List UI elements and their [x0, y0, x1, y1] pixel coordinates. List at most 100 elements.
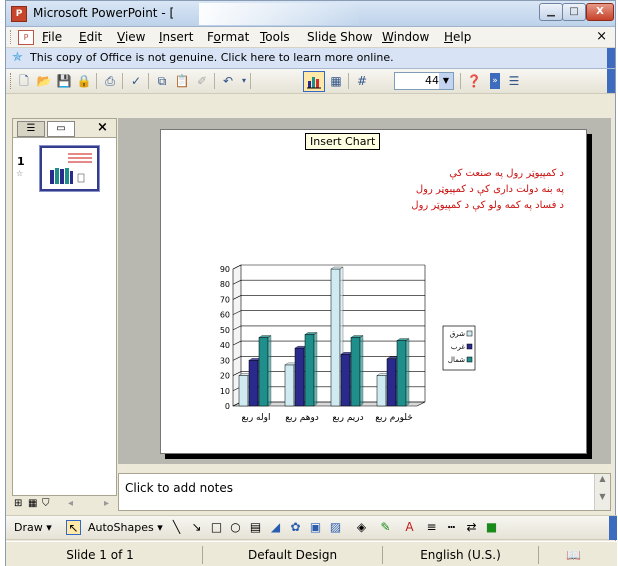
document-close-button[interactable]: ×: [596, 29, 607, 44]
toolbar-options-icon[interactable]: »: [490, 73, 500, 89]
picture-icon[interactable]: ▨: [328, 520, 343, 535]
chart-gridline: [232, 264, 425, 270]
menu-view[interactable]: View: [117, 30, 145, 44]
menu-edit[interactable]: Edit: [79, 30, 102, 44]
line-style-icon[interactable]: ≡: [424, 520, 439, 535]
outline-tab[interactable]: ☰: [17, 121, 45, 137]
y-tick-label: 40: [220, 341, 230, 350]
notes-scrollbar[interactable]: ▲ ▼: [594, 474, 610, 510]
scroll-right-icon[interactable]: ▸: [104, 498, 109, 509]
open-icon[interactable]: 📂: [36, 73, 52, 89]
slides-tab-icon: ▭: [56, 123, 66, 134]
bar-chart[interactable]: 0 10 20 30 40 50 60 70 80 90 اوله ربع دوهم ربع دریم …: [161, 130, 588, 455]
spelling-status-icon[interactable]: 📖: [538, 546, 608, 564]
format-painter-icon[interactable]: ✐: [194, 73, 210, 89]
spelling-icon[interactable]: ✓: [128, 73, 144, 89]
menu-tools[interactable]: Tools: [260, 30, 290, 44]
autoshapes-menu-button[interactable]: AutoShapes ▾: [88, 521, 163, 534]
help-icon[interactable]: ❓: [466, 73, 482, 89]
copy-icon[interactable]: ⧉: [154, 73, 170, 89]
dash-style-icon[interactable]: ┅: [444, 520, 459, 535]
pane-close-button[interactable]: ×: [97, 120, 108, 135]
shadow-style-icon[interactable]: ■: [484, 520, 499, 535]
slide-editing-area[interactable]: د کمپیوټر رول په صنعت کې په بنه دولت دار…: [118, 118, 611, 464]
y-tick-label: 0: [225, 402, 230, 411]
menu-format[interactable]: Format: [207, 30, 249, 44]
slide-sorter-icon[interactable]: ▦: [28, 498, 37, 509]
y-tick-label: 80: [220, 280, 230, 289]
minimize-button[interactable]: ▁: [539, 3, 563, 21]
paste-icon[interactable]: 📋: [174, 73, 190, 89]
rectangle-icon[interactable]: □: [209, 520, 224, 535]
menu-window[interactable]: Window: [382, 30, 429, 44]
toolbar-grip[interactable]: [10, 73, 11, 89]
text-box-icon[interactable]: ▤: [248, 520, 263, 535]
menu-file[interactable]: File: [42, 30, 62, 44]
toolbar-overflow-edge[interactable]: [607, 69, 615, 93]
notes-placeholder[interactable]: Click to add notes: [125, 481, 233, 495]
genuine-notice-text[interactable]: This copy of Office is not genuine. Clic…: [30, 51, 394, 64]
powerpoint-window: P Microsoft PowerPoint - [ ▁ □ X P File …: [5, 0, 617, 566]
slides-tab[interactable]: ▭: [47, 121, 75, 137]
scroll-left-icon[interactable]: ◂: [68, 498, 73, 509]
arrow-icon[interactable]: ↘: [189, 520, 204, 535]
slide-show-icon[interactable]: ⛉: [42, 498, 50, 509]
toolbar-overflow-edge[interactable]: [607, 48, 615, 68]
oval-icon[interactable]: ○: [228, 520, 243, 535]
menu-insert[interactable]: Insert: [159, 30, 193, 44]
line-icon[interactable]: ╲: [169, 520, 184, 535]
bar-side-2-1: [313, 332, 318, 407]
arrow-style-icon[interactable]: ⇄: [464, 520, 479, 535]
permission-icon[interactable]: 🔒: [76, 73, 92, 89]
toolbar-separator: [214, 73, 215, 89]
wordart-icon[interactable]: ◢: [268, 520, 283, 535]
zoom-select[interactable]: 44% ▼: [394, 72, 454, 90]
y-tick-label: 60: [220, 311, 230, 320]
title-bar[interactable]: P Microsoft PowerPoint - [ ▁ □ X: [6, 1, 615, 27]
line-color-icon[interactable]: ✎: [378, 520, 393, 535]
new-icon[interactable]: 🗋: [16, 73, 32, 89]
x-tick-label: دوهم ربع: [285, 413, 319, 423]
font-color-icon[interactable]: A: [402, 520, 417, 535]
notes-pane[interactable]: Click to add notes ▲ ▼: [118, 473, 611, 511]
menu-slide-show[interactable]: Slide Show: [307, 30, 373, 44]
status-language[interactable]: English (U.S.): [382, 546, 538, 564]
x-tick-label: څلورم ربع: [375, 413, 413, 423]
toolbar-separator: [122, 73, 123, 89]
chevron-down-icon[interactable]: ▼: [439, 73, 453, 89]
clip-art-icon[interactable]: ▣: [308, 520, 323, 535]
bar-1-2: [340, 353, 351, 407]
y-tick-label: 70: [220, 295, 230, 304]
diagram-icon[interactable]: ✿: [288, 520, 303, 535]
close-button[interactable]: X: [586, 3, 614, 21]
slide-thumbnail[interactable]: [39, 145, 100, 192]
menu-grip[interactable]: [10, 30, 13, 44]
slide-canvas[interactable]: د کمپیوټر رول په صنعت کې په بنه دولت دار…: [160, 129, 587, 454]
insert-chart-button[interactable]: [303, 71, 325, 92]
show-grid-icon[interactable]: #: [354, 73, 370, 89]
insert-chart-icon: [307, 77, 321, 89]
fill-color-icon[interactable]: ◈: [354, 520, 369, 535]
chart-gridline: [232, 279, 425, 285]
legend-swatch: [466, 343, 473, 350]
powerpoint-icon[interactable]: P: [11, 6, 27, 22]
insert-table-icon[interactable]: ▦: [328, 73, 344, 89]
undo-icon[interactable]: ↶: [220, 73, 236, 89]
menu-help[interactable]: Help: [444, 30, 471, 44]
select-objects-icon[interactable]: ↖: [66, 520, 81, 535]
toolbar-overflow-edge[interactable]: [609, 516, 617, 540]
bar-2-2: [350, 337, 361, 407]
bar-2-1: [304, 334, 315, 407]
document-icon[interactable]: P: [18, 30, 34, 45]
draw-menu-button[interactable]: Draw ▾: [14, 521, 52, 534]
bar-2-0: [258, 337, 269, 407]
animation-star-icon: ☆: [16, 169, 24, 178]
slide-number: 1: [17, 155, 25, 168]
normal-view-icon[interactable]: ⊞: [14, 498, 22, 509]
slide-design-icon[interactable]: ☰: [506, 73, 522, 89]
print-icon[interactable]: ⎙: [102, 73, 118, 89]
status-design[interactable]: Default Design: [202, 546, 382, 564]
maximize-button[interactable]: □: [562, 3, 586, 21]
genuine-info-bar[interactable]: ✯ This copy of Office is not genuine. Cl…: [6, 48, 615, 69]
save-icon[interactable]: 💾: [56, 73, 72, 89]
